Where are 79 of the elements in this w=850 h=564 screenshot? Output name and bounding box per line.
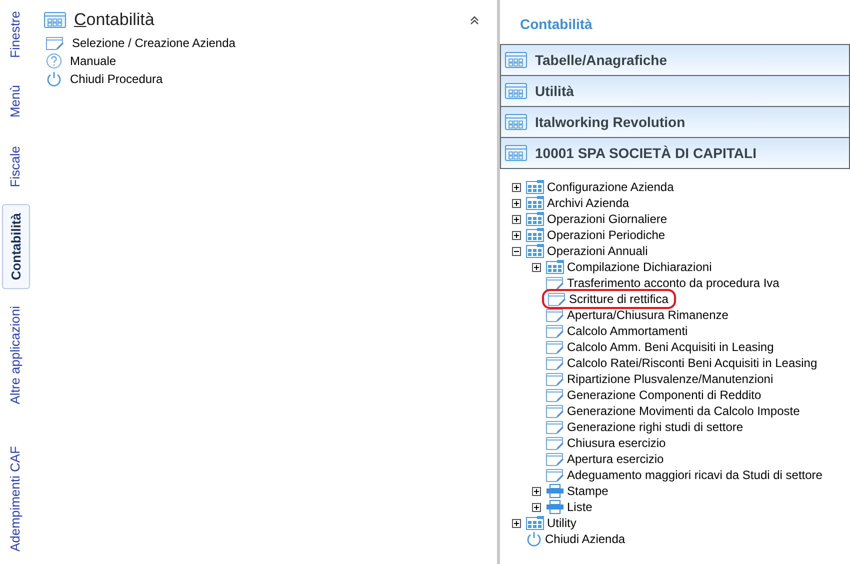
power-icon — [526, 531, 542, 547]
tree-item[interactable]: Utility — [547, 516, 576, 530]
tree-item[interactable]: Compilazione Dichiarazioni — [567, 260, 712, 274]
window-pencil-icon — [546, 452, 564, 466]
window-pencil-icon — [546, 276, 564, 290]
printer-icon — [546, 484, 564, 498]
panel-title: Contabilità — [74, 10, 154, 30]
window-pencil-icon — [546, 468, 564, 482]
section-header[interactable]: Utilità — [500, 75, 850, 107]
expand-toggle[interactable] — [512, 198, 521, 208]
printer-icon — [546, 500, 564, 514]
collapse-toggle[interactable] — [512, 246, 521, 256]
section-header[interactable]: Tabelle/Anagrafiche — [500, 44, 850, 76]
tree-item[interactable]: Liste — [567, 500, 592, 514]
grid-icon — [526, 516, 544, 530]
menu-item[interactable]: Chiudi Procedura — [70, 72, 163, 86]
grid-window-icon — [505, 114, 527, 130]
tree-item[interactable]: Operazioni Giornaliere — [547, 212, 668, 226]
side-tab[interactable]: Contabilità — [2, 204, 30, 289]
grid-icon — [526, 212, 544, 226]
expand-toggle[interactable] — [532, 262, 541, 272]
side-tab[interactable]: Adempimenti CAF — [2, 439, 28, 559]
expand-toggle[interactable] — [512, 182, 521, 192]
window-pencil-icon — [546, 308, 564, 322]
expand-toggle[interactable] — [512, 518, 521, 528]
tree-item[interactable]: Calcolo Amm. Beni Acquisiti in Leasing — [567, 340, 774, 354]
tree-item[interactable]: Trasferimento acconto da procedura Iva — [567, 276, 780, 290]
tree-item[interactable]: Scritture di rettifica — [569, 292, 668, 306]
window-pencil-icon — [546, 404, 564, 418]
grid-icon — [526, 244, 544, 258]
tree-item[interactable]: Configurazione Azienda — [547, 180, 674, 194]
grid-window-icon — [505, 52, 527, 68]
section-header[interactable]: 10001 SPA SOCIETÀ DI CAPITALI — [500, 137, 850, 169]
window-pencil-icon — [546, 324, 564, 338]
power-icon — [46, 71, 62, 87]
tree-item[interactable]: Generazione Movimenti da Calcolo Imposte — [567, 404, 800, 418]
tree-item[interactable]: Chiudi Azienda — [545, 532, 626, 546]
grid-icon — [526, 180, 544, 194]
tree-item[interactable]: Ripartizione Plusvalenze/Manutenzioni — [567, 372, 774, 386]
tree-item[interactable]: Generazione righi studi di settore — [567, 420, 744, 434]
side-tab[interactable]: Altre applicazioni — [2, 298, 28, 412]
expand-toggle[interactable] — [532, 486, 541, 496]
window-pencil-icon — [546, 340, 564, 354]
side-tab[interactable]: Menù — [2, 78, 28, 124]
tree-item[interactable]: Chiusura esercizio — [567, 436, 666, 450]
collapse-icon[interactable] — [470, 16, 479, 24]
window-pencil-icon — [546, 372, 564, 386]
section-header[interactable]: Italworking Revolution — [500, 106, 850, 138]
grid-window-icon — [505, 83, 527, 99]
help-icon — [46, 53, 62, 69]
expand-toggle[interactable] — [532, 502, 541, 512]
expand-toggle[interactable] — [512, 230, 521, 240]
grid-icon — [546, 260, 564, 274]
tree-item[interactable]: Calcolo Ratei/Risconti Beni Acquisiti in Leasing — [567, 356, 818, 370]
grid-window-icon — [44, 12, 66, 28]
tree-item[interactable]: Calcolo Ammortamenti — [567, 324, 688, 338]
window-pencil-icon — [546, 420, 564, 434]
tree-item[interactable]: Generazione Componenti di Reddito — [567, 388, 762, 402]
tree-item[interactable]: Apertura/Chiusura Rimanenze — [567, 308, 728, 322]
window-pencil-icon — [548, 292, 566, 306]
tree-item[interactable]: Archivi Azienda — [547, 196, 630, 210]
grid-icon — [526, 196, 544, 210]
expand-toggle[interactable] — [512, 214, 521, 224]
window-pencil-icon — [46, 36, 64, 50]
tree-item[interactable]: Operazioni Annuali — [547, 244, 648, 258]
window-pencil-icon — [546, 356, 564, 370]
side-tab[interactable]: Fiscale — [2, 138, 28, 194]
window-pencil-icon — [546, 436, 564, 450]
window-pencil-icon — [546, 388, 564, 402]
grid-icon — [526, 228, 544, 242]
tree-item[interactable]: Stampe — [567, 484, 608, 498]
menu-item[interactable]: Selezione / Creazione Azienda — [72, 36, 236, 50]
panel-title: Contabilità — [519, 15, 594, 34]
tree-item[interactable]: Apertura esercizio — [567, 452, 664, 466]
grid-window-icon — [505, 145, 527, 161]
tree-item[interactable]: Operazioni Periodiche — [547, 228, 666, 242]
tree-item[interactable]: Adeguamento maggiori ricavi da Studi di settore — [567, 468, 822, 482]
menu-item[interactable]: Manuale — [70, 54, 116, 68]
side-tab[interactable]: Finestre — [2, 4, 28, 65]
